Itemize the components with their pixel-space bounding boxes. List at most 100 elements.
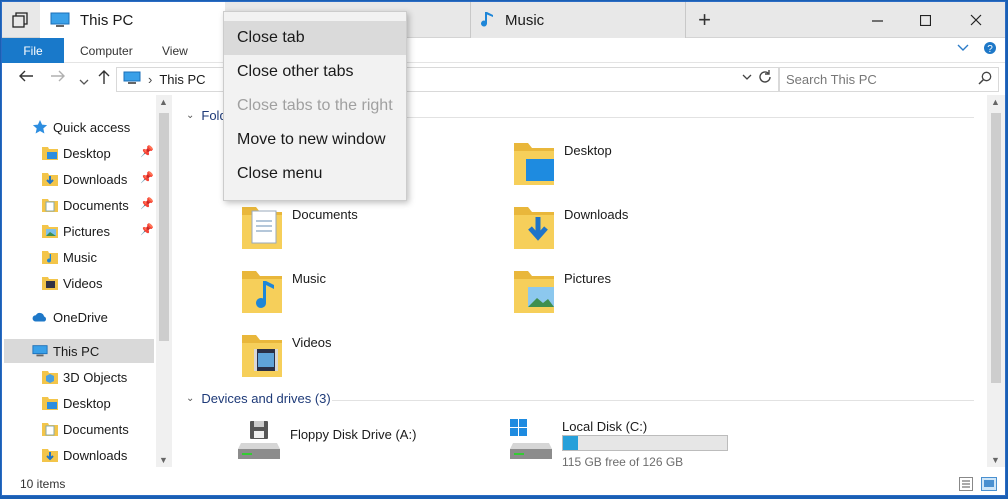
- ribbon-tab-computer[interactable]: Computer: [66, 38, 147, 63]
- forward-button[interactable]: [50, 69, 66, 88]
- forward-arrow-icon: [51, 70, 65, 82]
- help-icon[interactable]: ?: [983, 41, 997, 58]
- tab-music[interactable]: Music: [470, 2, 685, 38]
- folder-music[interactable]: Music: [240, 267, 326, 315]
- breadcrumb-this-pc[interactable]: This PC: [159, 72, 205, 87]
- refresh-icon[interactable]: [758, 70, 772, 88]
- this-pc-icon: [50, 12, 70, 28]
- star-icon: [32, 119, 48, 135]
- tab-label: Music: [505, 11, 545, 29]
- folder-label: Videos: [292, 335, 332, 350]
- maximize-icon: [919, 14, 931, 26]
- menu-item-close-tab[interactable]: Close tab: [224, 21, 406, 55]
- nav-quick-music[interactable]: Music: [42, 245, 97, 269]
- nav-onedrive[interactable]: OneDrive: [32, 305, 108, 329]
- new-tab-button[interactable]: +: [685, 2, 723, 38]
- minimize-icon: [871, 19, 883, 22]
- nav-quick-documents[interactable]: Documents: [42, 193, 129, 217]
- tab-this-pc[interactable]: This PC: [40, 2, 225, 38]
- menu-item-close-tabs-right: Close tabs to the right: [237, 97, 393, 114]
- pictures-folder-icon: [514, 271, 554, 313]
- address-dropdown-icon[interactable]: [742, 72, 752, 84]
- nav-quick-videos[interactable]: Videos: [42, 271, 103, 295]
- nav-scrollbar-thumb[interactable]: [159, 113, 169, 341]
- nav-quick-pictures[interactable]: Pictures: [42, 219, 110, 243]
- nav-label: OneDrive: [53, 309, 108, 325]
- menu-item-close-other-tabs[interactable]: Close other tabs: [224, 55, 406, 89]
- tab-bar: This PC Music +: [2, 2, 1005, 38]
- pin-icon[interactable]: 📌: [140, 145, 154, 158]
- plus-icon: +: [698, 7, 711, 32]
- up-button[interactable]: [97, 69, 111, 90]
- devices-group-header[interactable]: ⌄ Devices and drives (3): [186, 391, 331, 406]
- recent-locations-button[interactable]: [79, 73, 89, 91]
- folder-videos[interactable]: Videos: [240, 331, 332, 379]
- nav-scrollbar[interactable]: ▲ ▼: [156, 95, 172, 467]
- nav-pc-3d-objects[interactable]: 3D Objects: [42, 365, 127, 389]
- folder-pictures[interactable]: Pictures: [512, 267, 611, 315]
- content-scrollbar[interactable]: ▲ ▼: [987, 95, 1005, 467]
- large-icons-view-icon[interactable]: [981, 477, 997, 494]
- search-input[interactable]: Search This PC: [779, 67, 999, 92]
- documents-folder-icon: [242, 207, 282, 249]
- tab-switcher-button[interactable]: [2, 2, 38, 38]
- videos-folder-icon: [242, 335, 282, 377]
- drive-usage-bar: [562, 435, 728, 451]
- folder-label: Desktop: [564, 143, 612, 158]
- close-icon: [970, 14, 982, 26]
- menu-item-move-new-window[interactable]: Move to new window: [224, 123, 406, 157]
- nav-label: Downloads: [63, 171, 128, 187]
- nav-label: Documents: [63, 197, 129, 213]
- folder-desktop[interactable]: Desktop: [512, 139, 612, 187]
- search-icon[interactable]: [978, 71, 992, 88]
- drive-local-c[interactable]: Local Disk (C:) 115 GB free of 126 GB: [506, 417, 746, 471]
- address-bar[interactable]: › This PC: [116, 67, 779, 92]
- tab-context-menu: Close tab Close other tabs Close tabs to…: [223, 11, 407, 201]
- drive-floppy[interactable]: Floppy Disk Drive (A:): [234, 419, 474, 469]
- nav-this-pc[interactable]: This PC: [4, 339, 154, 363]
- close-window-button[interactable]: [952, 2, 1000, 38]
- downloads-folder-icon: [42, 171, 58, 187]
- content-scrollbar-thumb[interactable]: [991, 113, 1001, 383]
- folder-label: Documents: [292, 207, 358, 222]
- nav-pc-desktop[interactable]: Desktop: [42, 391, 111, 415]
- local-disk-icon: [510, 419, 552, 459]
- this-pc-icon: [32, 343, 48, 359]
- chevron-down-icon: ⌄: [186, 393, 195, 404]
- explorer-window: This PC Music + File Computer View ? › T…: [1, 1, 1006, 496]
- back-arrow-icon: [19, 70, 33, 82]
- pin-icon[interactable]: 📌: [140, 223, 154, 236]
- nav-pc-downloads[interactable]: Downloads: [42, 443, 127, 467]
- pictures-folder-icon: [42, 223, 58, 239]
- scroll-up-icon[interactable]: ▲: [991, 97, 1000, 107]
- maximize-button[interactable]: [901, 2, 949, 38]
- group-divider: [332, 400, 974, 401]
- music-note-icon: [481, 11, 495, 29]
- nav-quick-access[interactable]: Quick access: [32, 115, 130, 139]
- nav-label: Downloads: [63, 447, 128, 463]
- documents-folder-icon: [42, 421, 58, 437]
- nav-quick-desktop[interactable]: Desktop: [42, 141, 111, 165]
- scroll-up-icon[interactable]: ▲: [159, 97, 168, 107]
- menu-item-close-menu[interactable]: Close menu: [224, 157, 406, 191]
- desktop-folder-icon: [42, 145, 58, 161]
- chevron-down-icon: ⌄: [186, 110, 195, 121]
- breadcrumb-separator[interactable]: ›: [148, 72, 152, 87]
- ribbon-expand-icon[interactable]: [957, 41, 969, 58]
- ribbon-tab-file[interactable]: File: [2, 38, 64, 63]
- nav-pc-documents[interactable]: Documents: [42, 417, 129, 441]
- scroll-down-icon[interactable]: ▼: [991, 455, 1000, 465]
- folder-documents[interactable]: Documents: [240, 203, 358, 251]
- chevron-down-icon: [79, 79, 89, 85]
- back-button[interactable]: [18, 69, 34, 88]
- pin-icon[interactable]: 📌: [140, 197, 154, 210]
- minimize-button[interactable]: [853, 2, 901, 38]
- ribbon-tab-view[interactable]: View: [148, 38, 202, 63]
- scroll-down-icon[interactable]: ▼: [159, 455, 168, 465]
- pin-icon[interactable]: 📌: [140, 171, 154, 184]
- folder-downloads[interactable]: Downloads: [512, 203, 628, 251]
- nav-quick-downloads[interactable]: Downloads: [42, 167, 127, 191]
- details-view-icon[interactable]: [959, 477, 973, 494]
- 3d-objects-folder-icon: [42, 369, 58, 385]
- downloads-folder-icon: [514, 207, 554, 249]
